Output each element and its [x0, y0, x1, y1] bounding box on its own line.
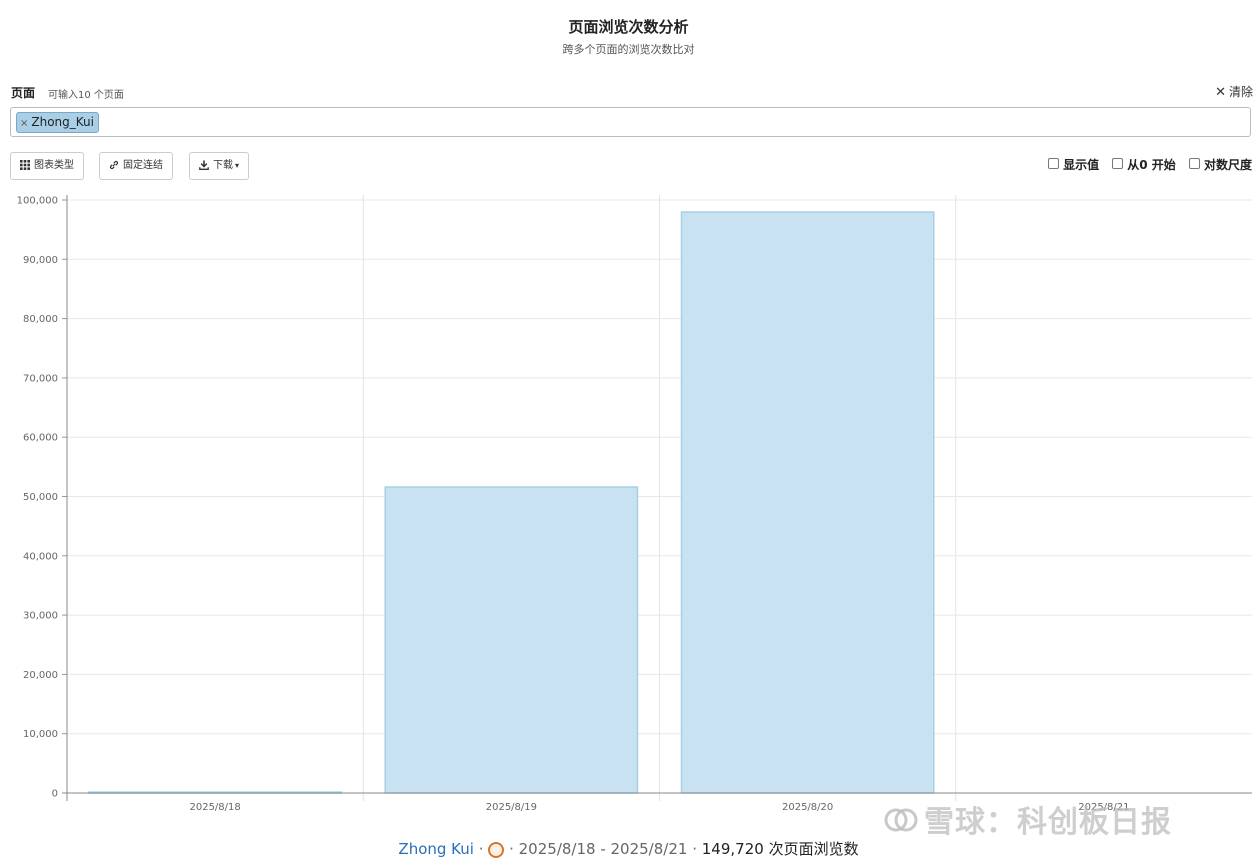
footer-date-range: 2025/8/18 - 2025/8/21 [518, 840, 688, 858]
download-icon [199, 160, 209, 170]
from-zero-label: 从0 开始 [1127, 158, 1176, 172]
watermark-text: 雪球：科创板日报 [924, 805, 1172, 840]
show-values-option[interactable]: 显示值 [1048, 156, 1099, 173]
footer-separator: · [509, 840, 514, 858]
log-scale-option[interactable]: 对数尺度 [1188, 156, 1252, 173]
chart-type-button[interactable]: 图表类型 [10, 152, 84, 180]
legend-swatch-icon [488, 842, 505, 858]
bar-chart: 0 10,000 20,000 30,000 40,000 50,000 60,000 70,… [17, 195, 1252, 813]
permalink-button[interactable]: 固定连结 [99, 152, 173, 180]
bar [384, 486, 639, 794]
footer-separator: · [478, 840, 484, 858]
y-tick-label: 40,000 [23, 551, 58, 562]
show-values-checkbox[interactable] [1048, 158, 1060, 169]
watermark: 雪球：科创板日报 [884, 797, 1172, 841]
clear-button[interactable]: ✕ 清除 [1215, 83, 1253, 100]
page-title: 页面浏览次数分析 [568, 18, 689, 36]
remove-tag-icon[interactable]: × [20, 118, 28, 129]
page-tag-label: Zhong_Kui [31, 115, 94, 129]
grid-icon [20, 160, 30, 170]
y-tick-label: 70,000 [23, 373, 58, 384]
permalink-label: 固定连结 [123, 160, 163, 171]
chart-options: 显示值 从0 开始 对数尺度 [1039, 156, 1252, 173]
snowball-logo-icon [884, 808, 918, 832]
link-icon [109, 160, 119, 170]
pages-field-hint: 可输入10 个页面 [48, 90, 124, 101]
page-tag[interactable]: × Zhong_Kui [16, 112, 99, 133]
y-tick-label: 50,000 [23, 492, 58, 503]
bar [680, 211, 935, 794]
y-tick-label: 30,000 [23, 611, 58, 622]
log-scale-checkbox[interactable] [1188, 158, 1200, 169]
footer-separator: · [692, 840, 697, 858]
pages-input[interactable]: × Zhong_Kui [10, 107, 1251, 137]
log-scale-label: 对数尺度 [1203, 158, 1252, 172]
x-tick-label: 2025/8/20 [782, 802, 833, 813]
y-tick-label: 100,000 [17, 196, 58, 207]
clear-button-label: 清除 [1228, 85, 1253, 99]
show-values-label: 显示值 [1063, 158, 1100, 172]
chart-footer: Zhong Kui · · 2025/8/18 - 2025/8/21 · 14… [0, 838, 1257, 859]
x-tick-label: 2025/8/19 [486, 802, 537, 813]
y-tick-label: 0 [52, 789, 58, 800]
chart-type-label: 图表类型 [34, 160, 74, 171]
download-label: 下载 [213, 160, 233, 171]
footer-page-link[interactable]: Zhong Kui [398, 840, 474, 858]
from-zero-option[interactable]: 从0 开始 [1112, 156, 1176, 173]
page-subtitle: 跨多个页面的浏览次数比对 [562, 43, 695, 56]
y-tick-label: 60,000 [23, 433, 58, 444]
y-tick-label: 90,000 [23, 255, 58, 266]
caret-down-icon: ▾ [235, 161, 240, 170]
close-icon: ✕ [1215, 85, 1226, 100]
pages-field-label: 页面 [11, 86, 36, 100]
y-tick-label: 10,000 [23, 729, 58, 740]
download-button[interactable]: 下载 ▾ [189, 152, 250, 180]
footer-total: 149,720 次页面浏览数 [701, 840, 859, 858]
y-tick-label: 20,000 [23, 670, 58, 681]
y-tick-label: 80,000 [23, 314, 58, 325]
x-tick-label: 2025/8/18 [189, 802, 240, 813]
from-zero-checkbox[interactable] [1112, 158, 1124, 169]
